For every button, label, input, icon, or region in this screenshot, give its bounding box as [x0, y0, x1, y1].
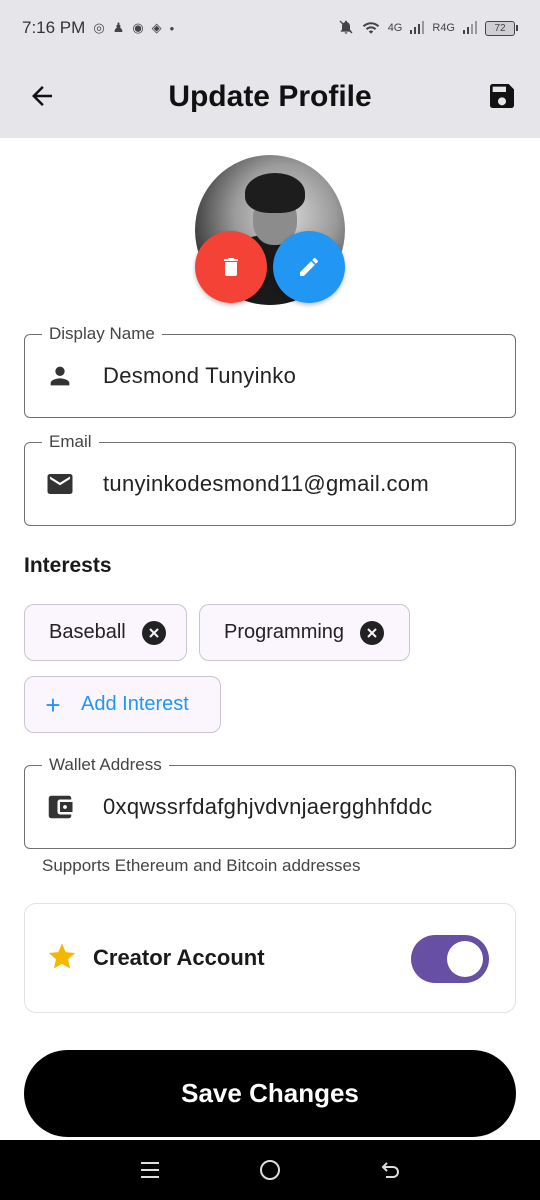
display-name-label: Display Name	[42, 322, 162, 346]
save-icon-button[interactable]	[484, 78, 520, 114]
display-name-value: Desmond Tunyinko	[103, 363, 297, 388]
add-interest-label: Add Interest	[81, 693, 189, 715]
back-nav-button[interactable]	[370, 1150, 410, 1190]
toggle-knob	[447, 941, 483, 977]
creator-account-label: Creator Account	[93, 945, 265, 970]
mail-icon	[45, 469, 75, 499]
battery-level: 72	[485, 20, 515, 36]
person-icon	[45, 362, 75, 390]
battery-icon: 72	[485, 20, 518, 36]
interest-chip-label: Baseball	[49, 621, 126, 643]
email-field[interactable]: Email tunyinkodesmond11@gmail.com	[24, 430, 516, 526]
binance-icon: ◈	[151, 20, 162, 35]
whatsapp-icon: ◎	[93, 20, 105, 35]
notification-icons: ◎ ♟ ◉ ◈ •	[93, 20, 174, 36]
network-r4g: R4G	[432, 22, 455, 34]
star-icon	[47, 941, 77, 976]
status-bar: 7:16 PM ◎ ♟ ◉ ◈ • 4G R4G 72	[0, 0, 540, 56]
pencil-icon	[300, 258, 318, 276]
remove-circle-icon[interactable]	[360, 620, 385, 645]
wallet-icon	[45, 792, 75, 822]
save-changes-button[interactable]: Save Changes	[24, 1050, 516, 1137]
creator-account-toggle[interactable]	[411, 935, 489, 983]
back-button[interactable]	[24, 78, 60, 114]
contact-icon: ♟	[112, 20, 125, 35]
menu-lines-icon	[141, 1162, 159, 1178]
wifi-icon	[362, 20, 380, 37]
home-button[interactable]	[250, 1150, 290, 1190]
recent-apps-button[interactable]	[130, 1150, 170, 1190]
interests-title: Interests	[24, 554, 112, 577]
system-nav-bar	[0, 1140, 540, 1200]
sync-icon: ◉	[132, 20, 144, 35]
network-4g: 4G	[387, 22, 403, 34]
floppy-disk-icon	[490, 84, 514, 108]
plus-icon: +	[45, 689, 61, 720]
wallet-address-field[interactable]: Wallet Address 0xqwssrfdafghjvdvnjaerggh…	[24, 753, 516, 849]
home-circle-icon	[260, 1160, 280, 1180]
wallet-label: Wallet Address	[42, 753, 169, 777]
display-name-field[interactable]: Display Name Desmond Tunyinko	[24, 322, 516, 418]
wallet-value: 0xqwssrfdafghjvdvnjaergghhfddc	[103, 794, 433, 819]
wallet-helper-text: Supports Ethereum and Bitcoin addresses	[42, 856, 361, 875]
add-interest-button[interactable]: + Add Interest	[24, 676, 221, 733]
app-bar: Update Profile	[0, 56, 540, 138]
mute-icon	[338, 19, 354, 38]
back-arrow-icon	[381, 1162, 399, 1178]
status-right: 4G R4G 72	[338, 19, 518, 38]
interest-chip-label: Programming	[224, 621, 345, 643]
trash-icon	[224, 258, 238, 276]
page-title: Update Profile	[168, 80, 372, 113]
edit-photo-button[interactable]	[273, 231, 345, 303]
delete-photo-button[interactable]	[195, 231, 267, 303]
dot-icon: •	[169, 20, 175, 36]
interest-chip[interactable]: Programming	[199, 604, 410, 661]
remove-circle-icon[interactable]	[141, 620, 166, 645]
email-value: tunyinkodesmond11@gmail.com	[103, 471, 429, 496]
email-label: Email	[42, 430, 99, 454]
creator-account-card: Creator Account	[24, 903, 516, 1013]
signal-icon	[410, 20, 425, 37]
signal-icon-2	[463, 20, 477, 37]
interest-chip[interactable]: Baseball	[24, 604, 187, 661]
status-time: 7:16 PM	[22, 18, 86, 37]
arrow-back-icon	[32, 86, 52, 106]
